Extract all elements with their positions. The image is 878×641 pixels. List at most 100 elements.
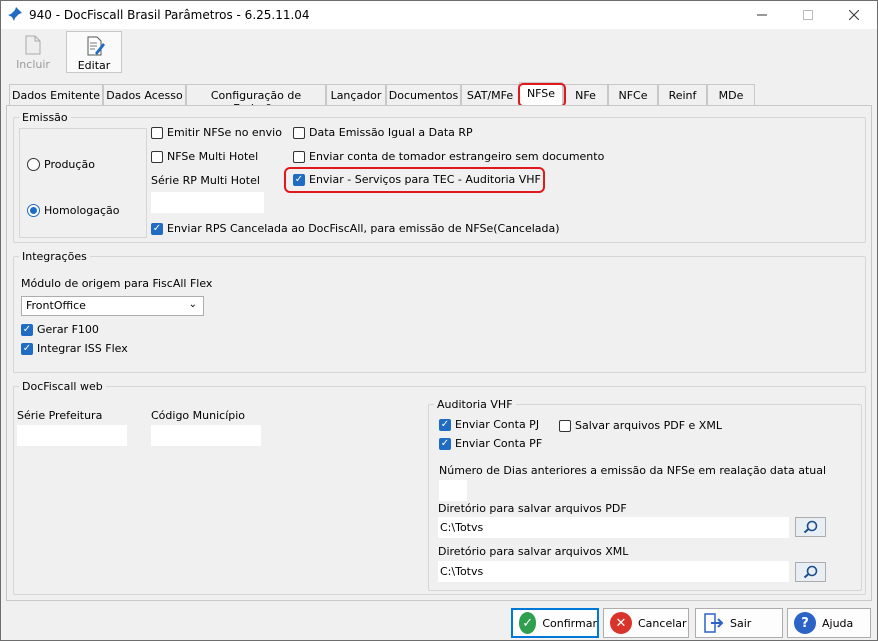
browse-xml-button[interactable]: [795, 562, 826, 582]
ajuda-button[interactable]: ? Ajuda: [787, 608, 871, 638]
radio-producao-dot[interactable]: [27, 158, 40, 171]
serie-prefeitura-input[interactable]: [17, 425, 127, 446]
checkbox-rps-cancelada[interactable]: ✓ Enviar RPS Cancelada ao DocFiscAll, pa…: [151, 222, 560, 235]
checkbox-conta-pf[interactable]: ✓ Enviar Conta PF: [439, 437, 542, 450]
sair-label: Sair: [730, 616, 752, 630]
editar-label: Editar: [77, 59, 111, 72]
confirmar-label: Confirmar: [542, 616, 597, 630]
toolbar: Incluir Editar: [1, 29, 877, 75]
checkbox-tomador-estrangeiro-box[interactable]: [293, 150, 305, 163]
search-icon: [803, 520, 817, 534]
emissao-legend: Emissão: [22, 111, 68, 124]
codigo-municipio-label: Código Município: [151, 409, 246, 422]
checkbox-salvar-pdf-xml[interactable]: Salvar arquivos PDF e XML: [559, 419, 722, 432]
title-bar: 940 - DocFiscall Brasil Parâmetros - 6.2…: [1, 1, 877, 29]
serie-rp-label: Série RP Multi Hotel: [151, 174, 260, 187]
checkbox-rps-cancelada-label: Enviar RPS Cancelada ao DocFiscAll, para…: [167, 222, 560, 235]
tab-documentos[interactable]: Documentos: [386, 84, 461, 105]
cancelar-button[interactable]: ✕ Cancelar: [603, 608, 689, 638]
close-icon: [849, 10, 859, 20]
dir-xml-input[interactable]: [438, 561, 789, 582]
modulo-origem-label: Módulo de origem para FiscAll Flex: [21, 277, 213, 290]
cancel-circle-icon: ✕: [610, 612, 632, 634]
confirmar-button[interactable]: ✓ Confirmar: [511, 608, 599, 638]
serie-prefeitura-label: Série Prefeitura: [17, 409, 103, 422]
tab-lancador[interactable]: Lançador: [326, 84, 386, 105]
minimize-icon: [757, 14, 767, 16]
checkbox-integrar-iss-box[interactable]: ✓: [21, 342, 33, 355]
maximize-button[interactable]: [785, 1, 831, 29]
tab-mde[interactable]: MDe: [707, 84, 755, 105]
new-document-icon: [25, 35, 41, 55]
checkbox-gerar-f100-box[interactable]: ✓: [21, 323, 33, 336]
browse-pdf-button[interactable]: [795, 517, 826, 537]
checkbox-data-emissao[interactable]: Data Emissão Igual a Data RP: [293, 126, 473, 139]
checkbox-salvar-pdf-xml-box[interactable]: [559, 419, 571, 432]
checkbox-salvar-pdf-xml-label: Salvar arquivos PDF e XML: [575, 419, 722, 432]
checkbox-conta-pj-label: Enviar Conta PJ: [455, 418, 540, 431]
search-icon: [803, 565, 817, 579]
checkbox-conta-pj[interactable]: ✓ Enviar Conta PJ: [439, 418, 539, 431]
dir-xml-label: Diretório para salvar arquivos XML: [438, 545, 629, 558]
checkbox-gerar-f100[interactable]: ✓ Gerar F100: [21, 323, 99, 336]
maximize-icon: [803, 10, 813, 20]
checkbox-emitir-nfse-box[interactable]: [151, 126, 163, 139]
radio-homologacao-label: Homologação: [44, 204, 120, 217]
docfiscall-web-legend: DocFiscall web: [22, 380, 103, 393]
checkbox-conta-pj-box[interactable]: ✓: [439, 418, 451, 431]
checkbox-rps-cancelada-box[interactable]: ✓: [151, 222, 163, 235]
codigo-municipio-input[interactable]: [151, 425, 261, 446]
integracoes-legend: Integrações: [22, 250, 87, 263]
dias-anteriores-input[interactable]: [439, 480, 467, 501]
tab-dados-acesso[interactable]: Dados Acesso: [103, 84, 186, 105]
tab-nfce[interactable]: NFCe: [608, 84, 658, 105]
bottom-action-bar: ✓ Confirmar ✕ Cancelar Sair ? Ajuda: [1, 603, 877, 640]
tab-nfse-highlight: [518, 83, 566, 107]
ajuda-label: Ajuda: [822, 616, 854, 630]
checkbox-data-emissao-box[interactable]: [293, 126, 305, 139]
tab-dados-emitente[interactable]: Dados Emitente: [9, 84, 103, 105]
app-window: 940 - DocFiscall Brasil Parâmetros - 6.2…: [0, 0, 878, 641]
radio-homologacao-dot[interactable]: [27, 204, 40, 217]
checkbox-emitir-nfse-label: Emitir NFSe no envio: [167, 126, 282, 139]
checkbox-integrar-iss[interactable]: ✓ Integrar ISS Flex: [21, 342, 128, 355]
tab-reinf[interactable]: Reinf: [658, 84, 707, 105]
radio-producao[interactable]: Produção: [27, 158, 95, 171]
radio-homologacao[interactable]: Homologação: [27, 204, 119, 217]
auditoria-vhf-legend: Auditoria VHF: [437, 398, 513, 411]
edit-document-icon: [87, 36, 105, 56]
sair-button[interactable]: Sair: [695, 608, 783, 638]
servicos-tec-highlight: [284, 167, 545, 193]
modulo-origem-select[interactable]: FrontOffice ⌄: [21, 296, 204, 316]
checkbox-emitir-nfse[interactable]: Emitir NFSe no envio: [151, 126, 282, 139]
editar-button[interactable]: Editar: [66, 31, 122, 73]
incluir-label: Incluir: [16, 58, 50, 71]
checkbox-data-emissao-label: Data Emissão Igual a Data RP: [309, 126, 473, 139]
serie-rp-input[interactable]: [151, 192, 264, 213]
checkbox-conta-pf-box[interactable]: ✓: [439, 437, 451, 450]
chevron-down-icon: ⌄: [188, 299, 197, 310]
radio-producao-label: Produção: [44, 158, 95, 171]
help-icon: ?: [794, 612, 816, 634]
checkbox-nfse-multi-hotel[interactable]: NFSe Multi Hotel: [151, 150, 258, 163]
tab-configuracao-emissao[interactable]: Configuração de Emissão: [186, 84, 326, 115]
incluir-button[interactable]: Incluir: [5, 31, 61, 73]
dir-pdf-input[interactable]: [438, 517, 789, 538]
modulo-origem-value: FrontOffice: [26, 299, 86, 312]
dias-anteriores-label: Número de Dias anteriores a emissão da N…: [439, 464, 827, 477]
checkbox-tomador-estrangeiro-label: Enviar conta de tomador estrangeiro sem …: [309, 150, 605, 163]
window-title: 940 - DocFiscall Brasil Parâmetros - 6.2…: [29, 8, 310, 22]
checkbox-nfse-multi-hotel-box[interactable]: [151, 150, 163, 163]
exit-icon: [704, 613, 724, 633]
close-button[interactable]: [831, 1, 877, 29]
minimize-button[interactable]: [739, 1, 785, 29]
checkbox-gerar-f100-label: Gerar F100: [37, 323, 99, 336]
tab-sat-mfe[interactable]: SAT/MFe: [461, 84, 519, 105]
tab-nfe[interactable]: NFe: [563, 84, 608, 105]
checkbox-integrar-iss-label: Integrar ISS Flex: [37, 342, 128, 355]
dir-pdf-label: Diretório para salvar arquivos PDF: [438, 502, 627, 515]
cancelar-label: Cancelar: [638, 616, 687, 630]
ambiente-box: [19, 128, 147, 238]
checkbox-nfse-multi-hotel-label: NFSe Multi Hotel: [167, 150, 259, 163]
checkbox-tomador-estrangeiro[interactable]: Enviar conta de tomador estrangeiro sem …: [293, 150, 604, 163]
